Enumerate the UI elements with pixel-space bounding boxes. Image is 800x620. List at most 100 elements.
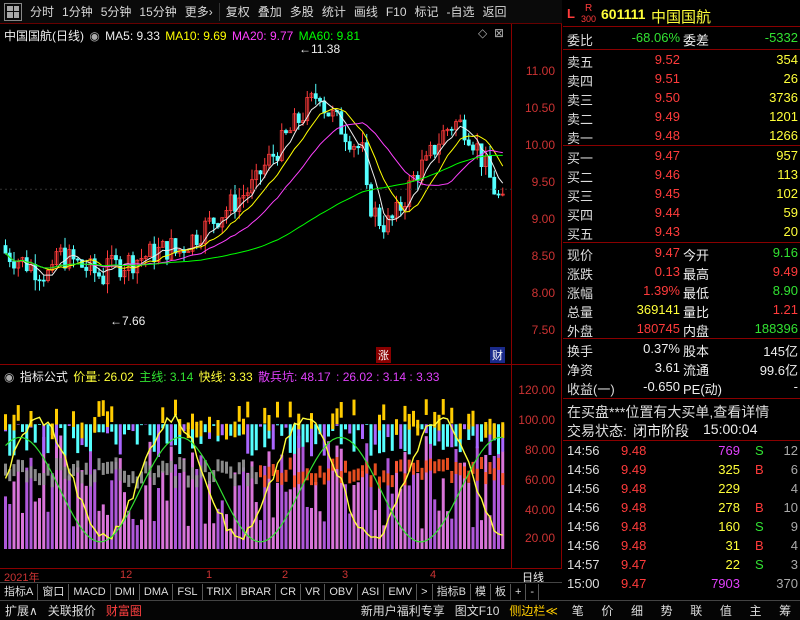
candle [284, 128, 288, 135]
panel-tab[interactable]: 筹 [774, 602, 796, 620]
indicator-tab[interactable]: DMA [140, 583, 174, 600]
notice-text[interactable]: 在买盘***位置有大买单,查看详情 [567, 402, 769, 422]
indicator-title: 指标公式 [19, 370, 68, 384]
indicator-tab[interactable]: 板 [491, 583, 511, 600]
layout-grid-icon[interactable] [4, 2, 22, 21]
status-row: 交易状态: 闭市阶段 15:00:04 [563, 421, 800, 439]
stats-button[interactable]: 统计 [318, 2, 350, 22]
panel-tab[interactable]: 势 [656, 602, 678, 620]
tab-15min[interactable]: 15分钟 [135, 2, 180, 22]
candle [122, 266, 127, 285]
ytick: 8.50 [531, 249, 555, 263]
bottom-bar: 扩展∧ 关联报价 财富圈 新用户福利专享 图文F10 侧边栏≪ 笔价细势联值主筹 [0, 600, 800, 620]
indicator-tab[interactable]: FSL [173, 583, 203, 600]
new-user-link[interactable]: 新用户福利专享 [356, 602, 450, 620]
stock-header: L R 300 601111 中国国航 [563, 3, 800, 26]
notice-row[interactable]: 在买盘***位置有大买单,查看详情 [563, 402, 800, 420]
kline-chart[interactable]: 中国国航(日线) ◉ MA5: 9.33 MA10: 9.69 MA20: 9.… [0, 24, 512, 364]
indicator-bar [16, 405, 20, 549]
remove-watchlist-button[interactable]: -自选 [443, 2, 479, 22]
indicator-tab[interactable]: DMI [111, 583, 140, 600]
indicator-tab[interactable]: BRAR [237, 583, 277, 600]
buys-volume: 59 [783, 205, 798, 220]
indicator-bar [433, 411, 437, 549]
divider [563, 242, 800, 243]
buys-label: 买二 [567, 170, 594, 185]
kline-canvas [0, 83, 512, 294]
indicator-bar [310, 413, 313, 549]
panel-tab[interactable]: 笔 [567, 602, 589, 620]
tick-volume: 229 [718, 481, 740, 496]
indicator-tab[interactable]: VR [301, 583, 326, 600]
tick-count: 4 [790, 481, 798, 496]
tick-side: B [755, 538, 764, 553]
panel-tab[interactable]: 主 [745, 602, 767, 620]
tick-price: 9.48 [621, 443, 647, 458]
settings-dot-icon[interactable]: ◉ [4, 370, 14, 384]
candle [228, 189, 233, 216]
tick-side: S [755, 443, 764, 458]
time-axis: 2021年 12 1 2 3 4 日线 [0, 568, 562, 584]
indicator-bar [38, 424, 41, 549]
indicator-tab[interactable]: CR [276, 583, 302, 600]
candle [12, 251, 16, 275]
indicator-tab[interactable]: + [511, 583, 527, 600]
back-button[interactable]: 返回 [479, 2, 511, 22]
candle [3, 239, 8, 255]
indicator-tab[interactable]: 指标B [433, 583, 471, 600]
candle [462, 114, 467, 145]
panel-tab[interactable]: 值 [715, 602, 737, 620]
indicator-tab[interactable]: ASI [358, 583, 385, 600]
indicator-tab[interactable]: TRIX [203, 583, 237, 600]
wealth-circle-button[interactable]: 财富圈 [101, 602, 147, 620]
indicator-bar [293, 424, 296, 549]
indicator-tab[interactable]: 模 [471, 583, 491, 600]
tab-more[interactable]: 更多› [181, 2, 217, 22]
tick-count: 3 [790, 557, 798, 572]
indicator-bar [356, 424, 360, 549]
weibi-row: 委比 -68.06% 委差 -5332 [563, 30, 800, 48]
indicator-tab[interactable]: 窗口 [38, 583, 70, 600]
related-quotes-button[interactable]: 关联报价 [43, 602, 101, 620]
ytick: 60.00 [524, 473, 555, 487]
indicator-bar [276, 401, 279, 549]
indicator-tab[interactable]: 指标A [0, 583, 39, 600]
panel-tab[interactable]: 细 [626, 602, 648, 620]
indicator-tab[interactable]: > [417, 583, 433, 600]
tick-side: S [755, 557, 764, 572]
f10-image-button[interactable]: 图文F10 [450, 602, 505, 620]
stats2-row: 收益(一) -0.650 PE(动) - [563, 379, 800, 397]
multi-stock-button[interactable]: 多股 [286, 2, 318, 22]
stats-row: 总量 369141 量比 1.21 [563, 302, 800, 320]
divider [563, 49, 800, 50]
panel-tab[interactable]: 联 [685, 602, 707, 620]
draw-line-button[interactable]: 画线 [350, 2, 382, 22]
indicator-bar [76, 424, 80, 549]
indicator-bar [50, 423, 54, 549]
indicator-tab[interactable]: EMV [384, 583, 418, 600]
tab-1min[interactable]: 1分钟 [58, 2, 97, 22]
indicator-tab[interactable]: MACD [69, 583, 111, 600]
panel-tab[interactable]: 价 [596, 602, 618, 620]
candle [288, 127, 293, 134]
indicator-tab[interactable]: - [526, 583, 540, 600]
adjust-button[interactable]: 复权 [222, 2, 254, 22]
limit-up-badge[interactable]: 涨 [376, 347, 391, 363]
candle [466, 133, 471, 147]
stats2-value: 0.37% [643, 341, 680, 356]
f10-button[interactable]: F10 [382, 2, 411, 22]
tick-count: 4 [790, 538, 798, 553]
finance-badge[interactable]: 财 [490, 347, 505, 363]
stats-label2: 最高 [683, 267, 710, 282]
candle [458, 114, 463, 123]
expand-button[interactable]: 扩展∧ [0, 602, 43, 620]
indicator-chart[interactable]: ◉ 指标公式 价量: 26.02 主线: 3.14 快线: 3.33 散兵坑: … [0, 364, 512, 568]
indicator-tab[interactable]: OBV [325, 583, 358, 600]
tab-5min[interactable]: 5分钟 [97, 2, 136, 22]
stats-value2: 9.49 [772, 264, 798, 279]
sidebar-toggle-button[interactable]: 侧边栏≪ [504, 602, 563, 620]
candle [347, 135, 352, 153]
tab-intraday[interactable]: 分时 [26, 2, 58, 22]
overlay-button[interactable]: 叠加 [254, 2, 286, 22]
mark-button[interactable]: 标记 [411, 2, 443, 22]
